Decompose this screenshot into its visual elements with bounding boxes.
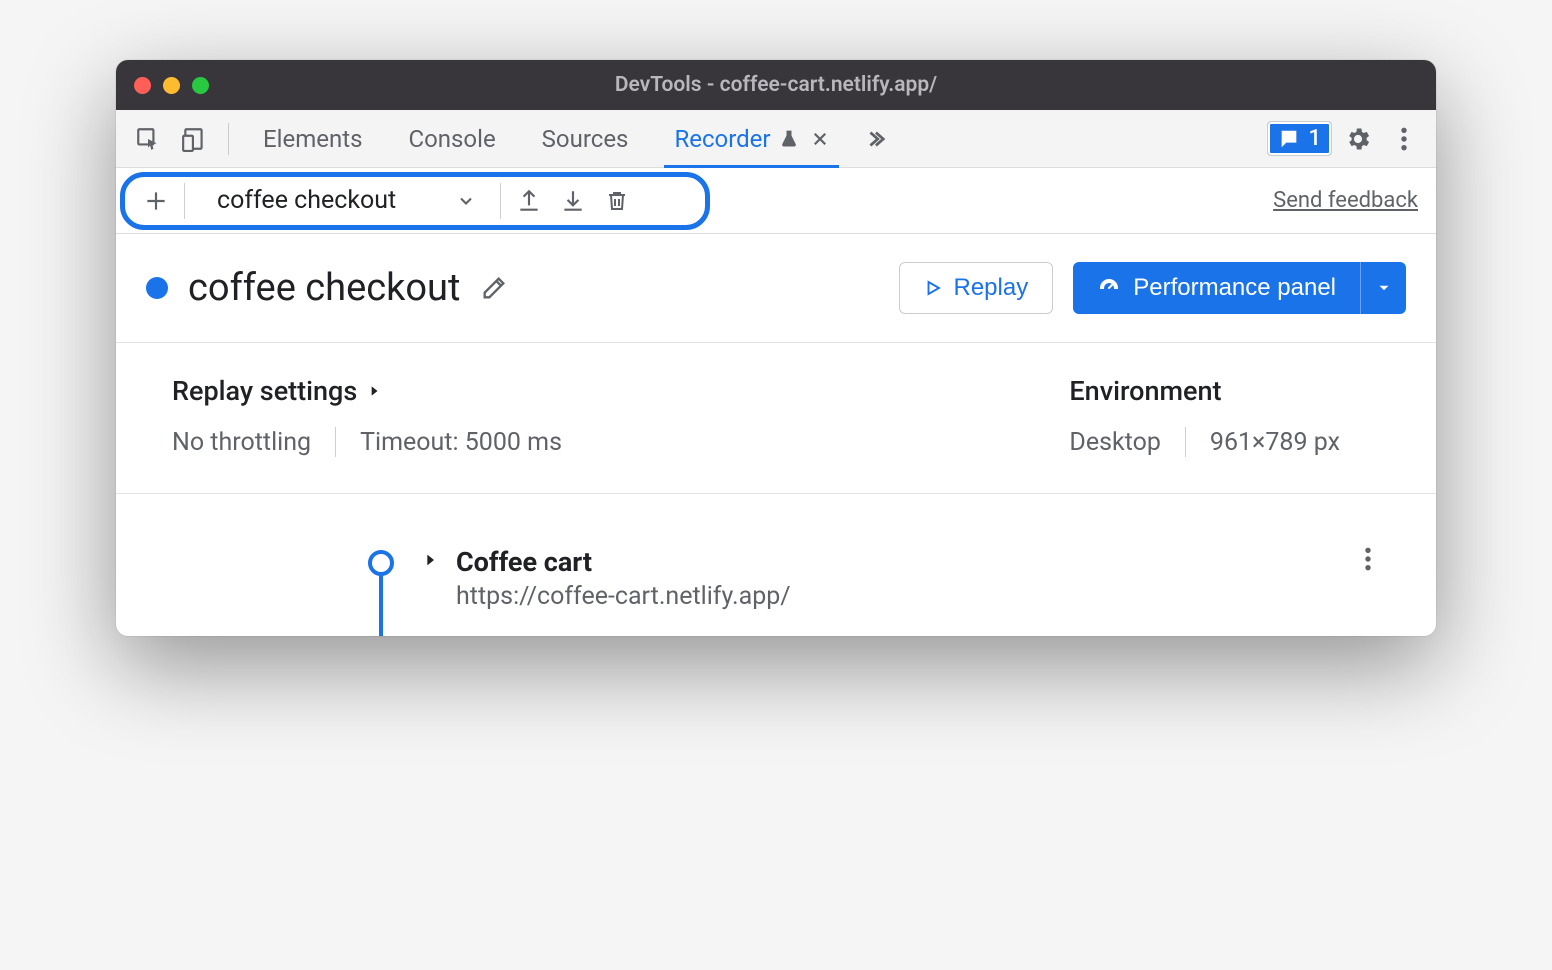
divider	[184, 183, 185, 219]
replay-label: Replay	[954, 274, 1029, 302]
tab-sources[interactable]: Sources	[522, 110, 649, 168]
tab-console[interactable]: Console	[388, 110, 515, 168]
environment-heading: Environment	[1069, 375, 1340, 407]
step-url: https://coffee-cart.netlify.app/	[456, 582, 791, 611]
performance-panel-button[interactable]: Performance panel	[1073, 262, 1360, 314]
step-row: Coffee cart https://coffee-cart.netlify.…	[172, 550, 1380, 636]
performance-panel-button-group: Performance panel	[1073, 262, 1406, 314]
status-dot	[146, 277, 168, 299]
step-marker	[368, 550, 394, 636]
throttling-value: No throttling	[172, 428, 311, 457]
expand-step-button[interactable]	[422, 550, 438, 636]
window-minimize-button[interactable]	[163, 77, 180, 94]
perf-label: Performance panel	[1133, 274, 1336, 302]
tab-recorder[interactable]: Recorder	[654, 110, 848, 168]
step-kebab-menu[interactable]	[1364, 546, 1372, 636]
window-close-button[interactable]	[134, 77, 151, 94]
divider	[1185, 427, 1186, 457]
export-button[interactable]	[507, 179, 551, 223]
new-recording-button[interactable]	[134, 179, 178, 223]
settings-icon[interactable]	[1338, 119, 1378, 159]
play-icon	[924, 278, 942, 298]
recording-dropdown[interactable]: coffee checkout	[191, 186, 494, 215]
divider	[335, 427, 336, 457]
divider	[500, 183, 501, 219]
recording-header: coffee checkout Replay Performance panel	[116, 234, 1436, 343]
devtools-tabstrip: Elements Console Sources Recorder 1	[116, 110, 1436, 168]
window-title: DevTools - coffee-cart.netlify.app/	[116, 73, 1436, 97]
replay-button[interactable]: Replay	[899, 262, 1054, 314]
timeout-value: Timeout: 5000 ms	[360, 428, 562, 457]
step-line	[379, 576, 383, 636]
gauge-icon	[1097, 276, 1121, 300]
window-zoom-button[interactable]	[192, 77, 209, 94]
step-circle-icon	[368, 550, 394, 576]
more-tabs-icon[interactable]	[855, 119, 895, 159]
device-toolbar-icon[interactable]	[174, 119, 214, 159]
environment-col: Environment Desktop 961×789 px	[1069, 375, 1340, 457]
step-title: Coffee cart	[456, 546, 791, 578]
triangle-right-icon	[367, 382, 381, 400]
replay-settings-heading[interactable]: Replay settings	[172, 375, 562, 407]
close-tab-icon[interactable]	[811, 130, 829, 148]
kebab-menu-icon[interactable]	[1384, 119, 1424, 159]
device-value: Desktop	[1069, 428, 1160, 457]
import-button[interactable]	[551, 179, 595, 223]
inspect-element-icon[interactable]	[128, 119, 168, 159]
step-content[interactable]: Coffee cart https://coffee-cart.netlify.…	[456, 546, 791, 636]
settings-row: Replay settings No throttling Timeout: 5…	[116, 343, 1436, 494]
titlebar: DevTools - coffee-cart.netlify.app/	[116, 60, 1436, 110]
viewport-value: 961×789 px	[1210, 428, 1340, 457]
issues-icon	[1278, 128, 1300, 150]
issues-count: 1	[1308, 126, 1321, 151]
flask-icon	[779, 128, 799, 150]
recording-name: coffee checkout	[217, 186, 396, 215]
delete-button[interactable]	[595, 179, 639, 223]
steps-panel: Coffee cart https://coffee-cart.netlify.…	[116, 494, 1436, 636]
chevron-down-icon	[456, 191, 476, 211]
devtools-window: DevTools - coffee-cart.netlify.app/ Elem…	[116, 60, 1436, 636]
issues-button[interactable]: 1	[1267, 121, 1332, 156]
traffic-lights	[134, 77, 209, 94]
divider	[228, 123, 229, 155]
chevron-down-icon	[1375, 279, 1393, 297]
send-feedback-link[interactable]: Send feedback	[1273, 188, 1418, 213]
tab-elements[interactable]: Elements	[243, 110, 382, 168]
recorder-toolbar: coffee checkout Send feedback	[116, 168, 1436, 234]
replay-settings-col: Replay settings No throttling Timeout: 5…	[172, 375, 562, 457]
performance-panel-dropdown[interactable]	[1360, 262, 1406, 314]
flow-title: coffee checkout	[188, 266, 460, 310]
edit-title-button[interactable]	[480, 274, 508, 302]
